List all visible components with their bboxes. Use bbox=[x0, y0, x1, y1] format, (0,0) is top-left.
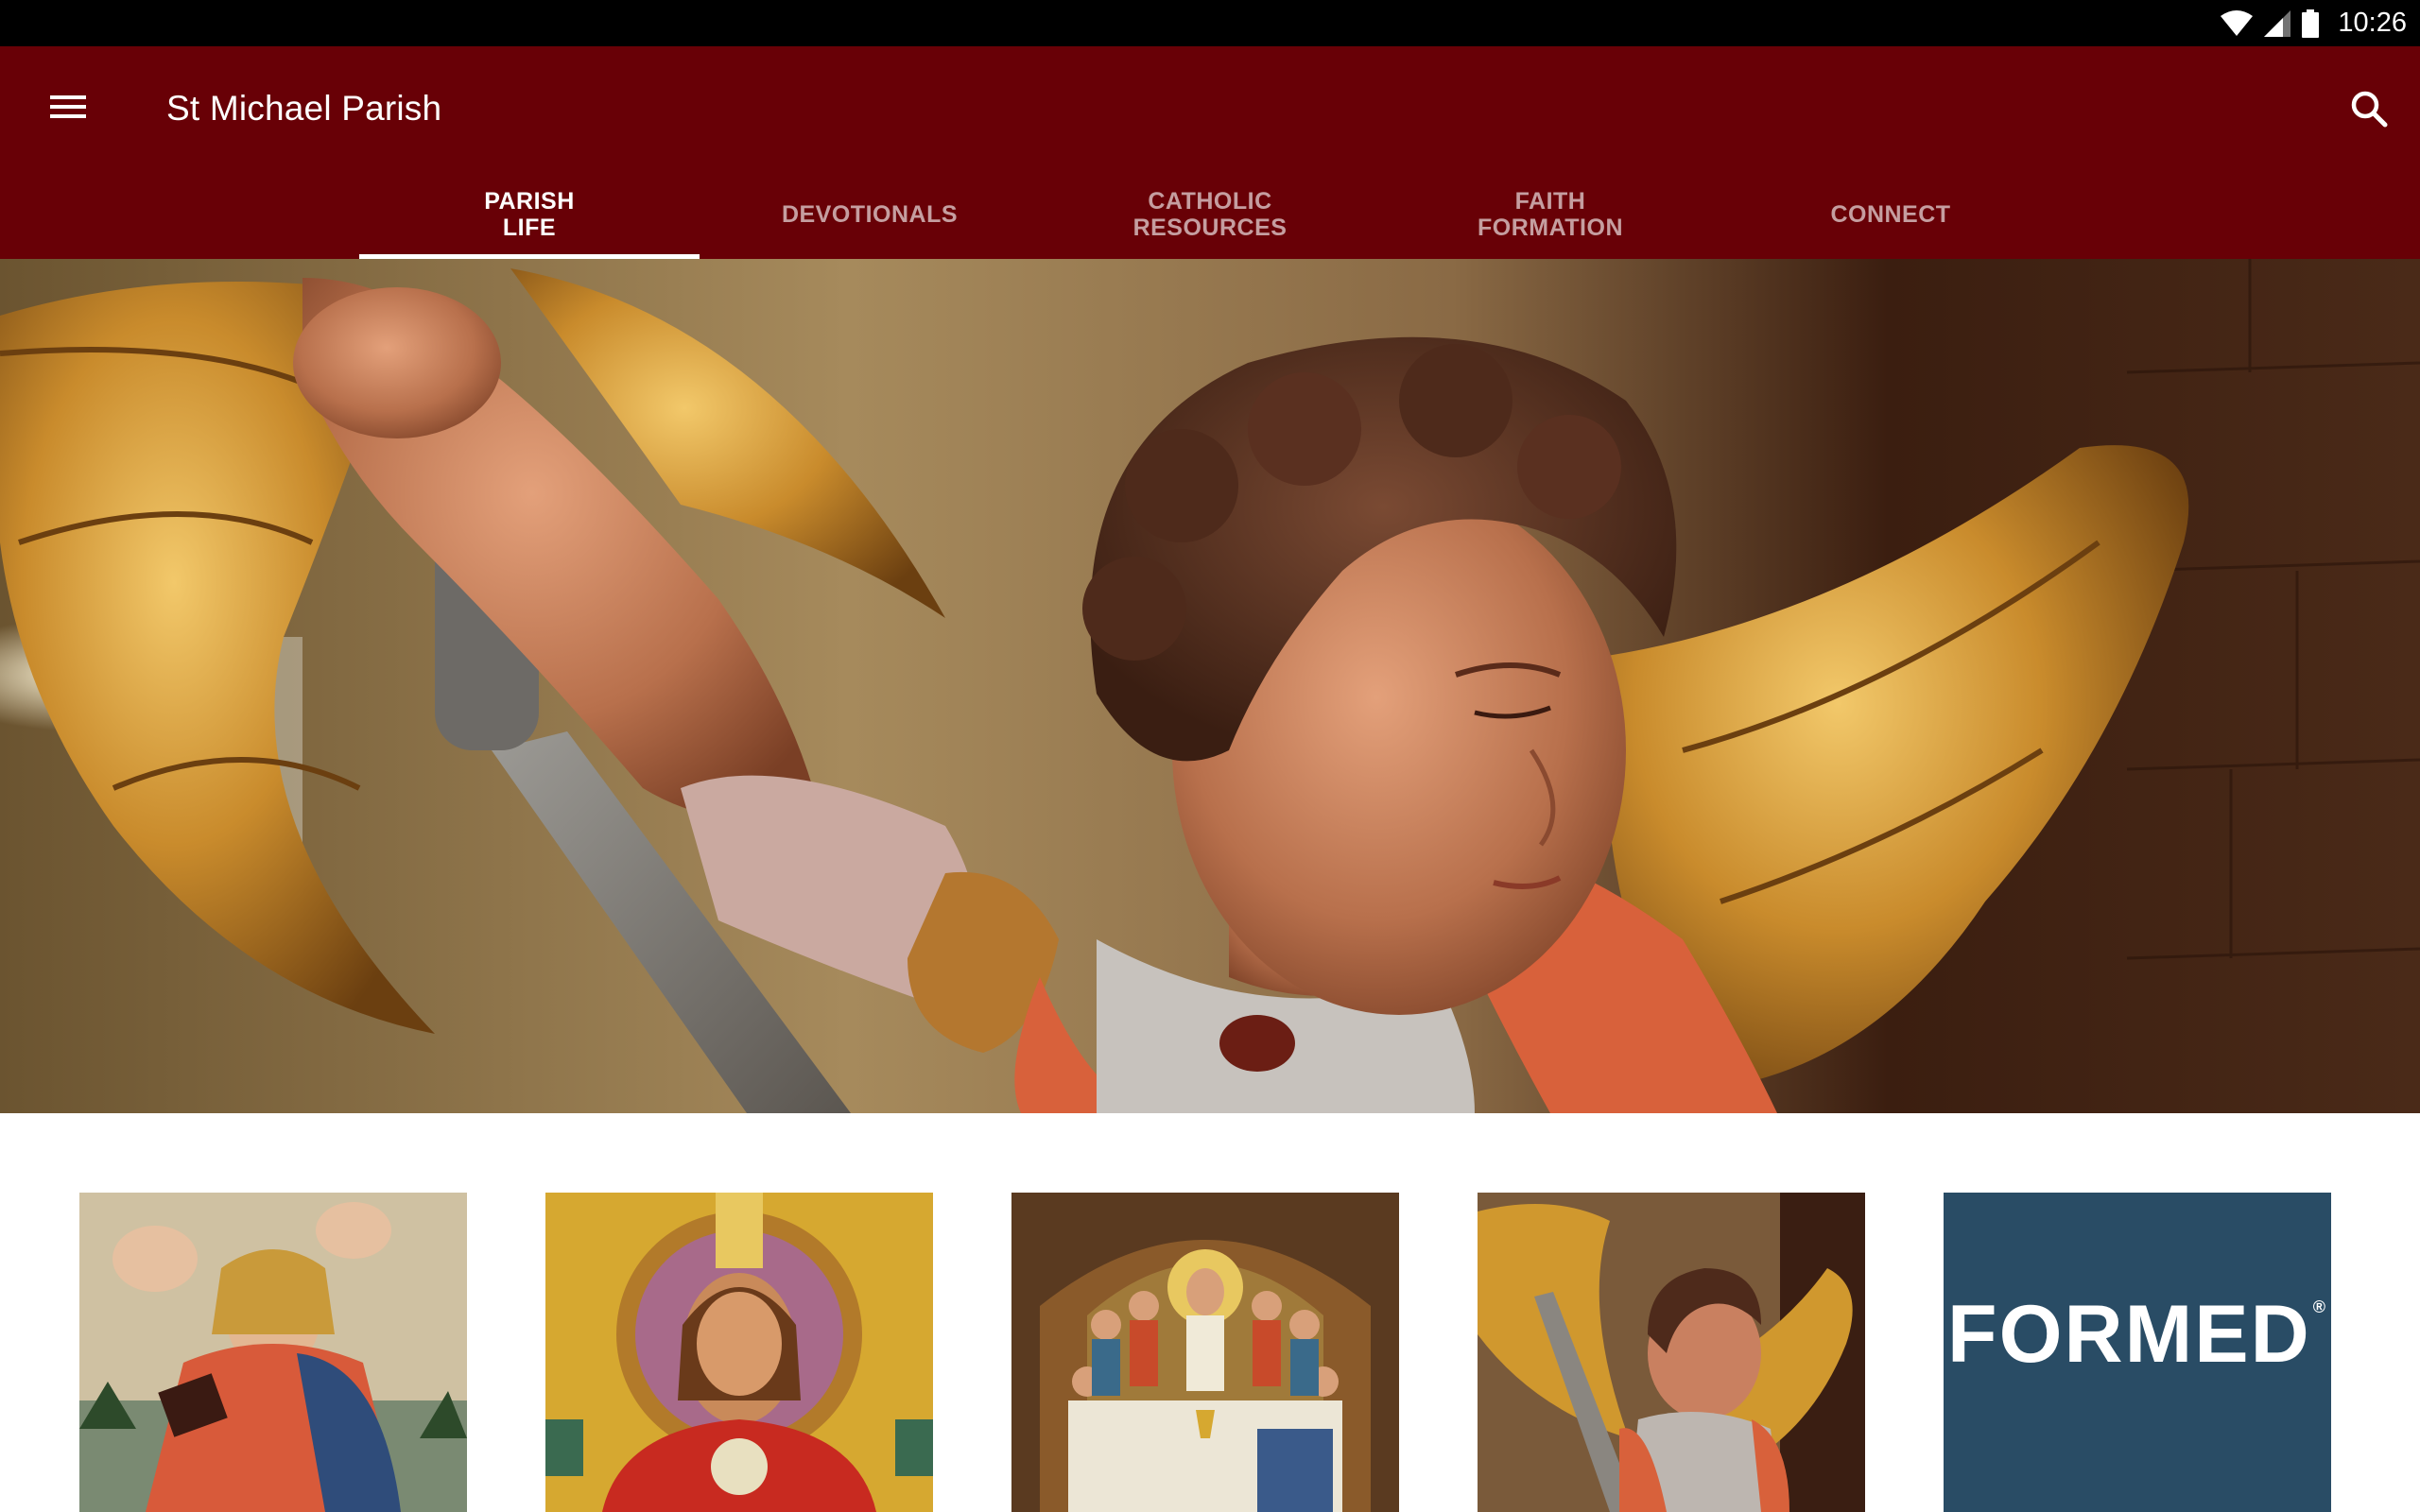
status-time: 10:26 bbox=[2338, 8, 2407, 38]
wifi-icon bbox=[2221, 9, 2254, 37]
tile-christ-mosaic[interactable] bbox=[545, 1193, 933, 1512]
tab-parish-life[interactable]: PARISH LIFE bbox=[359, 169, 700, 259]
app-bar: St Michael Parish PARISH LIFE DEVOTIONAL… bbox=[0, 46, 2420, 259]
battery-icon bbox=[2302, 9, 2320, 38]
virgin-mary-painting bbox=[79, 1193, 467, 1512]
tab-label: CONNECT bbox=[1830, 200, 1951, 228]
tile-last-supper[interactable] bbox=[1011, 1193, 1399, 1512]
tab-catholic-resources[interactable]: CATHOLIC RESOURCES bbox=[1040, 169, 1380, 259]
tile-virgin-mary[interactable] bbox=[79, 1193, 467, 1512]
formed-logo-text: FORMED bbox=[1947, 1288, 2311, 1380]
menu-button[interactable] bbox=[40, 80, 96, 137]
tab-label: PARISH LIFE bbox=[484, 187, 575, 241]
toolbar: St Michael Parish bbox=[0, 46, 2420, 169]
tab-bar: PARISH LIFE DEVOTIONALS CATHOLIC RESOURC… bbox=[359, 169, 2061, 259]
last-supper-mosaic bbox=[1011, 1193, 1399, 1512]
christ-mosaic bbox=[545, 1193, 933, 1512]
tab-connect[interactable]: CONNECT bbox=[1720, 169, 2061, 259]
tile-formed[interactable]: FORMED ® bbox=[1944, 1193, 2331, 1512]
search-button[interactable] bbox=[2339, 80, 2399, 141]
registered-mark: ® bbox=[2312, 1297, 2327, 1316]
tab-faith-formation[interactable]: FAITH FORMATION bbox=[1380, 169, 1720, 259]
tab-label: CATHOLIC RESOURCES bbox=[1132, 187, 1288, 241]
cell-signal-icon bbox=[2264, 9, 2291, 37]
st-michael-statue bbox=[1478, 1193, 1865, 1512]
app-title: St Michael Parish bbox=[166, 89, 442, 128]
status-icons: 10:26 bbox=[2221, 0, 2407, 46]
hamburger-menu-icon bbox=[50, 94, 86, 125]
search-icon bbox=[2350, 90, 2388, 132]
formed-logo: FORMED ® bbox=[1947, 1288, 2327, 1382]
tiles-row: FORMED ® bbox=[0, 1113, 2420, 1512]
tab-label: FAITH FORMATION bbox=[1477, 187, 1623, 241]
tab-label: DEVOTIONALS bbox=[781, 200, 959, 228]
hero-image bbox=[0, 259, 2420, 1113]
tab-devotionals[interactable]: DEVOTIONALS bbox=[700, 169, 1040, 259]
tile-st-michael[interactable] bbox=[1478, 1193, 1865, 1512]
status-bar: 10:26 bbox=[0, 0, 2420, 46]
